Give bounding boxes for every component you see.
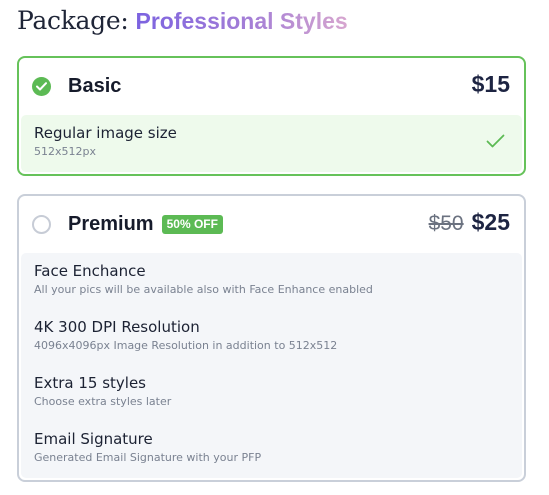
discount-badge: 50% OFF: [161, 215, 223, 234]
feature-title: Face Enchance: [34, 262, 146, 280]
plan-price-basic: $15: [472, 71, 510, 98]
checkmark-icon: [486, 134, 505, 153]
plan-card-premium[interactable]: Premium 50% OFF $50 $25 Face Enchance Al…: [17, 194, 526, 482]
feature-subtitle: 4096x4096px Image Resolution in addition…: [34, 339, 338, 352]
feature-item: Face Enchance All your pics will be avai…: [34, 259, 509, 315]
feature-title: Extra 15 styles: [34, 374, 147, 392]
plan-card-basic[interactable]: Basic $15 Regular image size 512x512px: [17, 56, 526, 176]
feature-subtitle: All your pics will be available also wit…: [34, 283, 373, 296]
plan-name-premium: Premium: [68, 213, 154, 235]
plan-features-premium: Face Enchance All your pics will be avai…: [21, 253, 522, 478]
plan-header-basic[interactable]: Basic $15: [19, 58, 524, 115]
feature-item: Email Signature Generated Email Signatur…: [34, 427, 509, 480]
radio-checked-icon[interactable]: [32, 77, 51, 96]
feature-subtitle: 512x512px: [34, 145, 96, 158]
feature-title: Regular image size: [34, 124, 177, 142]
price-original: $50: [428, 212, 464, 235]
feature-title: Email Signature: [34, 430, 153, 448]
feature-subtitle: Generated Email Signature with your PFP: [34, 451, 262, 464]
feature-item: 4K 300 DPI Resolution 4096x4096px Image …: [34, 315, 509, 371]
page-title-prefix: Package:: [17, 6, 129, 35]
price-current: $25: [471, 209, 510, 235]
plan-features-basic: Regular image size 512x512px: [21, 115, 522, 172]
page-title: Package: Professional Styles: [17, 6, 348, 40]
feature-item: Extra 15 styles Choose extra styles late…: [34, 371, 509, 427]
plan-name-basic: Basic: [68, 75, 122, 97]
feature-subtitle: Choose extra styles later: [34, 395, 172, 408]
plan-price-premium: $50 $25: [429, 209, 510, 236]
price-current: $15: [471, 71, 510, 97]
feature-item: Regular image size 512x512px: [34, 121, 509, 174]
plan-header-premium[interactable]: Premium 50% OFF $50 $25: [19, 196, 524, 253]
feature-title: 4K 300 DPI Resolution: [34, 318, 200, 336]
radio-unchecked-icon[interactable]: [32, 215, 51, 234]
page-title-highlight: Professional Styles: [135, 8, 348, 34]
